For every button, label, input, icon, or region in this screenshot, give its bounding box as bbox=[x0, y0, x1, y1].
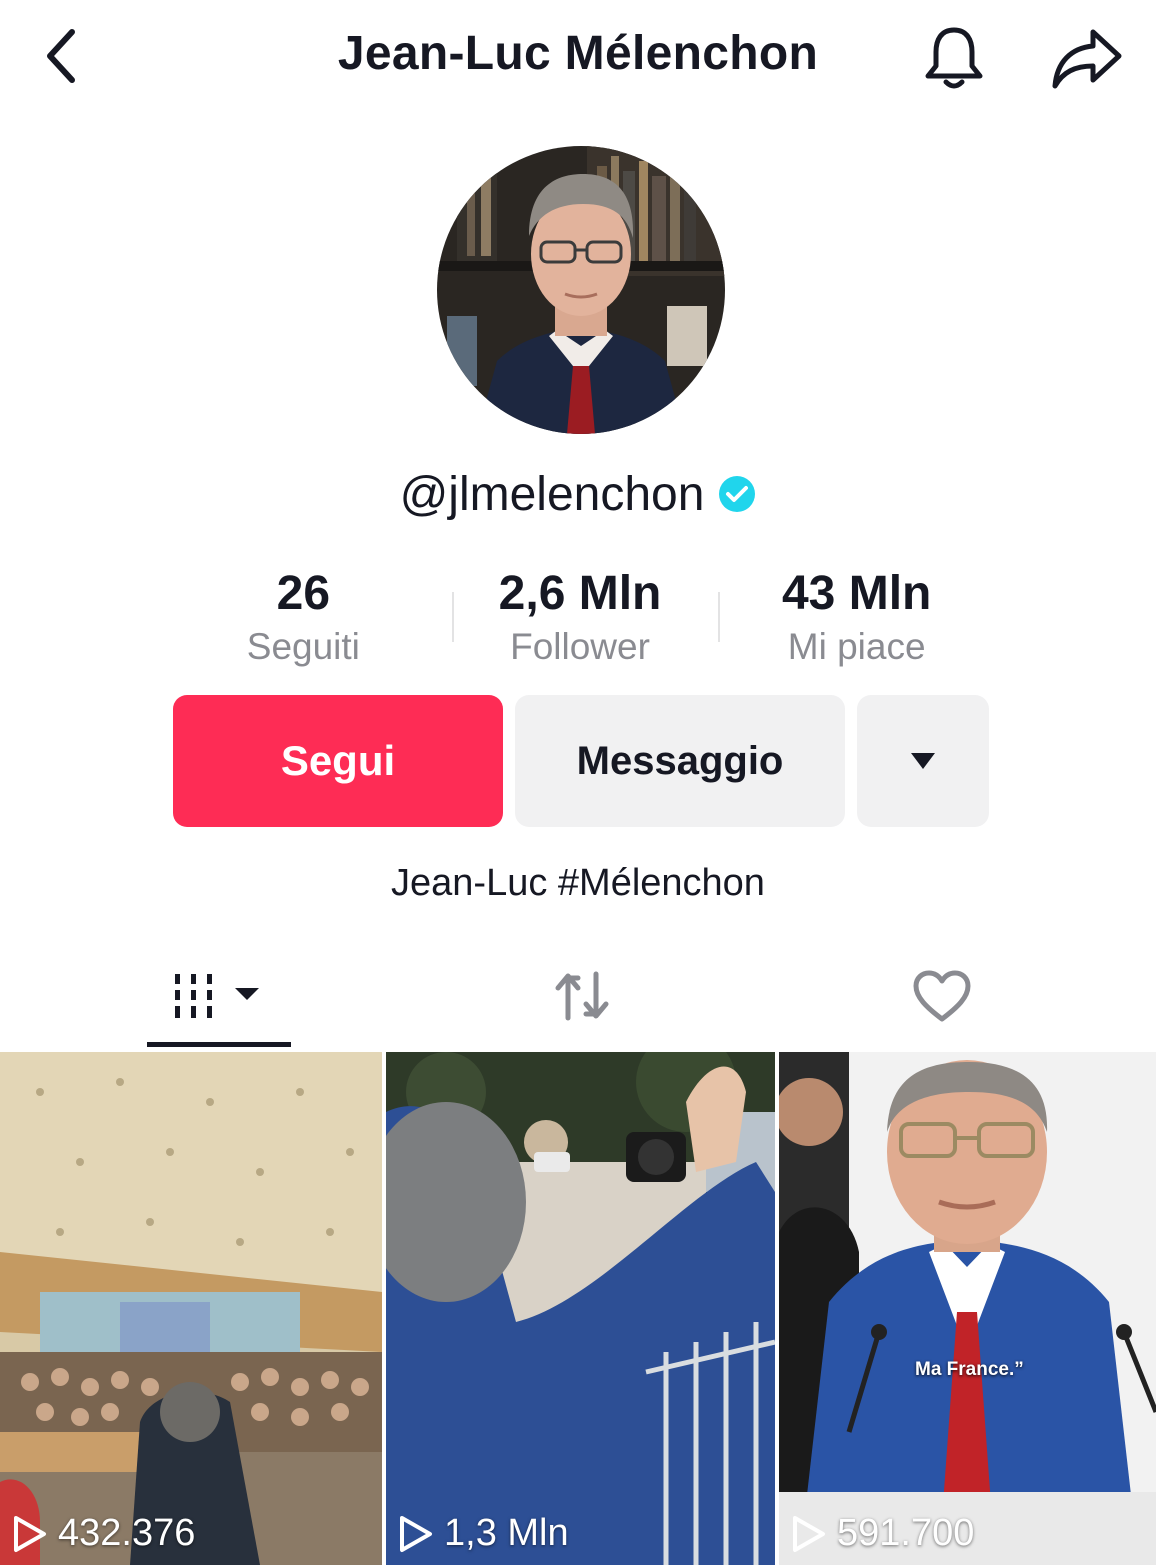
message-button[interactable]: Messaggio bbox=[515, 695, 845, 827]
tab-liked[interactable] bbox=[870, 946, 1014, 1046]
view-count-text: 591.700 bbox=[837, 1512, 975, 1554]
video-tile[interactable]: 1,3 Mln bbox=[386, 1052, 775, 1565]
more-options-button[interactable] bbox=[857, 695, 989, 827]
caret-down-icon bbox=[911, 753, 935, 769]
stat-value: 26 bbox=[276, 567, 331, 620]
follow-button[interactable]: Segui bbox=[173, 695, 503, 827]
view-count-text: 432.376 bbox=[58, 1512, 196, 1554]
video-thumbnail bbox=[779, 1052, 1156, 1565]
active-tab-indicator bbox=[147, 1042, 291, 1047]
view-count: 591.700 bbox=[789, 1512, 974, 1555]
avatar-photo bbox=[437, 146, 725, 434]
tab-videos[interactable] bbox=[147, 946, 291, 1046]
videos-grid-icon bbox=[175, 974, 259, 1018]
stat-label: Mi piace bbox=[787, 626, 926, 667]
stat-value: 43 Mln bbox=[781, 567, 932, 620]
content-tabs bbox=[0, 946, 1156, 1050]
stat-label: Follower bbox=[510, 626, 650, 667]
chevron-left-icon bbox=[47, 29, 75, 83]
video-grid: 432.376 1,3 Mln Ma France.” 591.700 bbox=[0, 1052, 1156, 1565]
bio: Jean-Luc #Mélenchon bbox=[391, 862, 765, 904]
tab-reposts[interactable] bbox=[510, 946, 654, 1046]
heart-icon bbox=[913, 970, 971, 1022]
view-count: 1,3 Mln bbox=[396, 1512, 569, 1555]
stat-likes[interactable]: 43 Mln Mi piace bbox=[718, 564, 995, 674]
username: @jlmelenchon bbox=[399, 467, 705, 521]
back-button[interactable] bbox=[30, 22, 90, 90]
profile-stats: 26 Seguiti 2,6 Mln Follower 43 Mln Mi pi… bbox=[165, 564, 995, 674]
video-thumbnail bbox=[386, 1052, 775, 1565]
video-tile[interactable]: Ma France.” 591.700 bbox=[779, 1052, 1156, 1565]
notifications-button[interactable] bbox=[914, 18, 994, 98]
bell-icon bbox=[925, 27, 983, 89]
divider bbox=[718, 592, 721, 642]
repost-icon bbox=[555, 971, 609, 1021]
play-icon bbox=[400, 1515, 432, 1552]
play-icon bbox=[793, 1515, 825, 1552]
stat-value: 2,6 Mln bbox=[498, 567, 662, 620]
video-caption: Ma France.” bbox=[915, 1359, 1024, 1380]
share-button[interactable] bbox=[1042, 18, 1132, 98]
stat-followers[interactable]: 2,6 Mln Follower bbox=[442, 564, 719, 674]
action-buttons: Segui Messaggio bbox=[173, 695, 989, 827]
username-row: @jlmelenchon bbox=[0, 462, 1156, 526]
verified-badge-icon bbox=[719, 476, 756, 512]
header: Jean-Luc Mélenchon bbox=[0, 0, 1156, 112]
video-tile[interactable]: 432.376 bbox=[0, 1052, 382, 1565]
video-thumbnail bbox=[0, 1052, 382, 1565]
play-icon bbox=[14, 1515, 46, 1552]
divider bbox=[451, 592, 454, 642]
share-icon bbox=[1052, 29, 1122, 89]
view-count-text: 1,3 Mln bbox=[444, 1512, 569, 1554]
view-count: 432.376 bbox=[10, 1512, 195, 1555]
stat-label: Seguiti bbox=[246, 626, 360, 667]
stat-following[interactable]: 26 Seguiti bbox=[165, 564, 442, 674]
avatar[interactable] bbox=[437, 146, 725, 434]
